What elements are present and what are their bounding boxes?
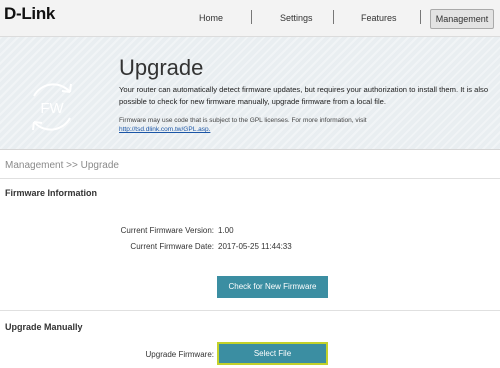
upgrade-firmware-label: Upgrade Firmware: bbox=[145, 350, 214, 359]
page-banner: FW Upgrade Your router can automatically… bbox=[0, 37, 500, 150]
firmware-version-label: Current Firmware Version: bbox=[120, 226, 214, 235]
section-divider bbox=[0, 310, 500, 311]
nav-features[interactable]: Features bbox=[361, 13, 397, 23]
firmware-date-value: 2017-05-25 11:44:33 bbox=[218, 242, 292, 251]
select-file-button[interactable]: Select File bbox=[217, 342, 328, 365]
check-firmware-button[interactable]: Check for New Firmware bbox=[217, 276, 328, 298]
nav-settings[interactable]: Settings bbox=[280, 13, 313, 23]
fw-icon-label: FW bbox=[40, 100, 64, 117]
nav-divider bbox=[251, 10, 252, 24]
firmware-info-heading: Firmware Information bbox=[5, 188, 98, 198]
nav-divider bbox=[420, 10, 421, 24]
dlink-logo[interactable]: D-Link bbox=[4, 4, 55, 24]
nav-home[interactable]: Home bbox=[199, 13, 223, 23]
nav-divider bbox=[333, 10, 334, 24]
firmware-date-label: Current Firmware Date: bbox=[130, 242, 214, 251]
gpl-note-text: Firmware may use code that is subject to… bbox=[119, 117, 367, 124]
upgrade-manually-heading: Upgrade Manually bbox=[5, 322, 83, 332]
firmware-refresh-icon: FW bbox=[32, 83, 72, 131]
section-divider bbox=[0, 178, 500, 179]
top-nav-bar: D-Link Home Settings Features Management bbox=[0, 0, 500, 37]
nav-management[interactable]: Management bbox=[430, 9, 494, 29]
gpl-link[interactable]: http://tsd.dlink.com.tw/GPL.asp. bbox=[119, 126, 210, 133]
page-title: Upgrade bbox=[119, 55, 204, 80]
page-description: Your router can automatically detect fir… bbox=[119, 85, 489, 106]
firmware-version-value: 1.00 bbox=[218, 226, 234, 235]
breadcrumb: Management >> Upgrade bbox=[5, 160, 119, 171]
gpl-note: Firmware may use code that is subject to… bbox=[119, 116, 499, 134]
